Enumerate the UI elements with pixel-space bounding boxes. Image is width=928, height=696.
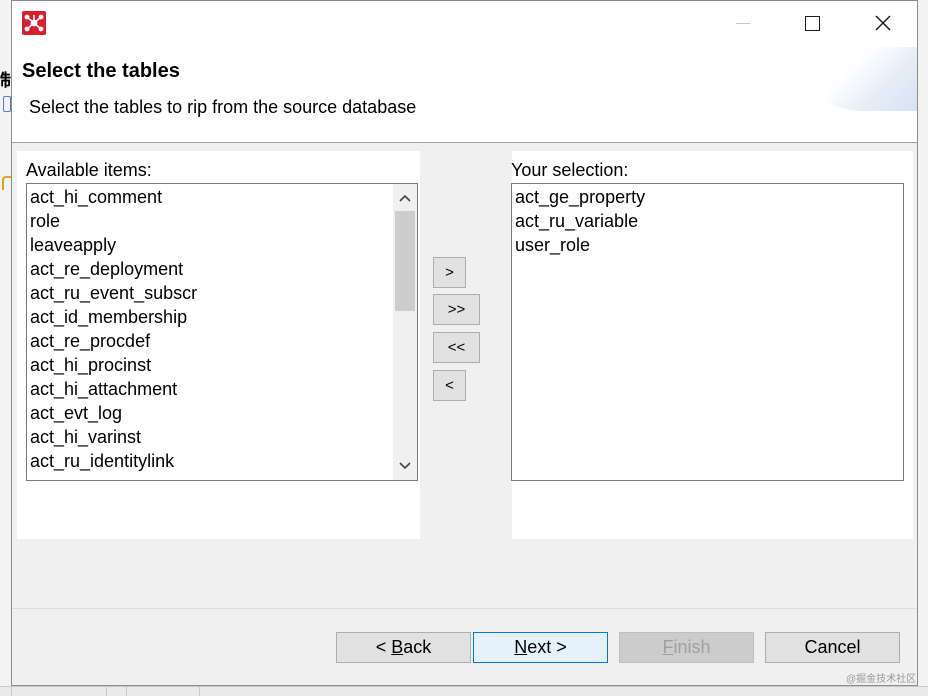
page-description: Select the tables to rip from the source… <box>29 97 417 117</box>
add-button[interactable]: > <box>433 257 466 288</box>
next-button[interactable]: Next > <box>473 632 608 663</box>
available-items-rows: act_hi_comment role leaveapply act_re_de… <box>27 184 417 473</box>
back-prefix: < <box>375 637 392 657</box>
list-item[interactable]: act_ru_event_subscr <box>27 281 417 305</box>
available-items-scrollbar[interactable] <box>393 184 417 480</box>
list-item[interactable]: act_evt_log <box>27 401 417 425</box>
header-decoration <box>797 47 917 111</box>
list-item[interactable]: act_ge_property <box>512 185 903 209</box>
scroll-up-button[interactable] <box>393 187 417 209</box>
wizard-header: Select the tables Select the tables to r… <box>12 47 917 143</box>
finish-button[interactable]: Finish <box>619 632 754 663</box>
minimize-button[interactable] <box>720 1 766 45</box>
next-rest: ext > <box>527 637 567 657</box>
selection-label: Your selection: <box>511 160 629 180</box>
close-button[interactable] <box>860 1 906 45</box>
title-bar <box>12 1 917 47</box>
remove-all-button[interactable]: << <box>433 332 480 363</box>
select-tables-dialog: Select the tables Select the tables to r… <box>11 0 918 686</box>
table-selection-panel: Available items: act_hi_comment role lea… <box>17 151 913 539</box>
list-item[interactable]: act_hi_procinst <box>27 353 417 377</box>
cancel-button[interactable]: Cancel <box>765 632 900 663</box>
chevron-down-icon <box>399 462 411 470</box>
selection-rows: act_ge_property act_ru_variable user_rol… <box>512 184 903 257</box>
move-buttons-column: > >> << < <box>420 151 512 539</box>
scroll-down-button[interactable] <box>393 455 417 477</box>
background-statusbar <box>0 686 928 696</box>
list-item[interactable]: leaveapply <box>27 233 417 257</box>
available-items-list[interactable]: act_hi_comment role leaveapply act_re_de… <box>26 183 418 481</box>
list-item[interactable]: act_ru_variable <box>512 209 903 233</box>
network-node-icon <box>22 11 46 35</box>
watermark: @掘金技术社区 <box>846 674 917 685</box>
finish-mnemonic: F <box>662 637 674 657</box>
background-icon <box>3 96 11 112</box>
list-item[interactable]: act_re_procdef <box>27 329 417 353</box>
scroll-thumb[interactable] <box>395 211 415 311</box>
available-items-label: Available items: <box>26 160 152 180</box>
next-mnemonic: N <box>514 637 528 657</box>
selection-list[interactable]: act_ge_property act_ru_variable user_rol… <box>511 183 904 481</box>
background-window-edge-right <box>917 0 928 686</box>
list-item[interactable]: act_ru_identitylink <box>27 449 417 473</box>
minimize-icon <box>736 22 750 24</box>
list-item[interactable]: act_hi_attachment <box>27 377 417 401</box>
list-item[interactable]: act_hi_varinst <box>27 425 417 449</box>
footer-divider <box>12 608 917 609</box>
background-icon <box>2 176 11 190</box>
list-item[interactable]: act_id_membership <box>27 305 417 329</box>
list-item[interactable]: act_re_deployment <box>27 257 417 281</box>
add-all-button[interactable]: >> <box>433 294 480 325</box>
maximize-icon <box>804 15 820 31</box>
back-rest: ack <box>403 637 432 657</box>
page-title: Select the tables <box>22 60 180 82</box>
remove-button[interactable]: < <box>433 370 466 401</box>
finish-rest: inish <box>673 637 711 657</box>
list-item[interactable]: role <box>27 209 417 233</box>
list-item[interactable]: user_role <box>512 233 903 257</box>
back-button[interactable]: < Back <box>336 632 471 663</box>
maximize-button[interactable] <box>789 1 835 45</box>
chevron-up-icon <box>399 194 411 202</box>
background-text-fragment: 制 <box>0 71 11 88</box>
list-item[interactable]: act_hi_comment <box>27 185 417 209</box>
back-mnemonic: B <box>391 637 404 657</box>
close-icon <box>875 15 891 31</box>
